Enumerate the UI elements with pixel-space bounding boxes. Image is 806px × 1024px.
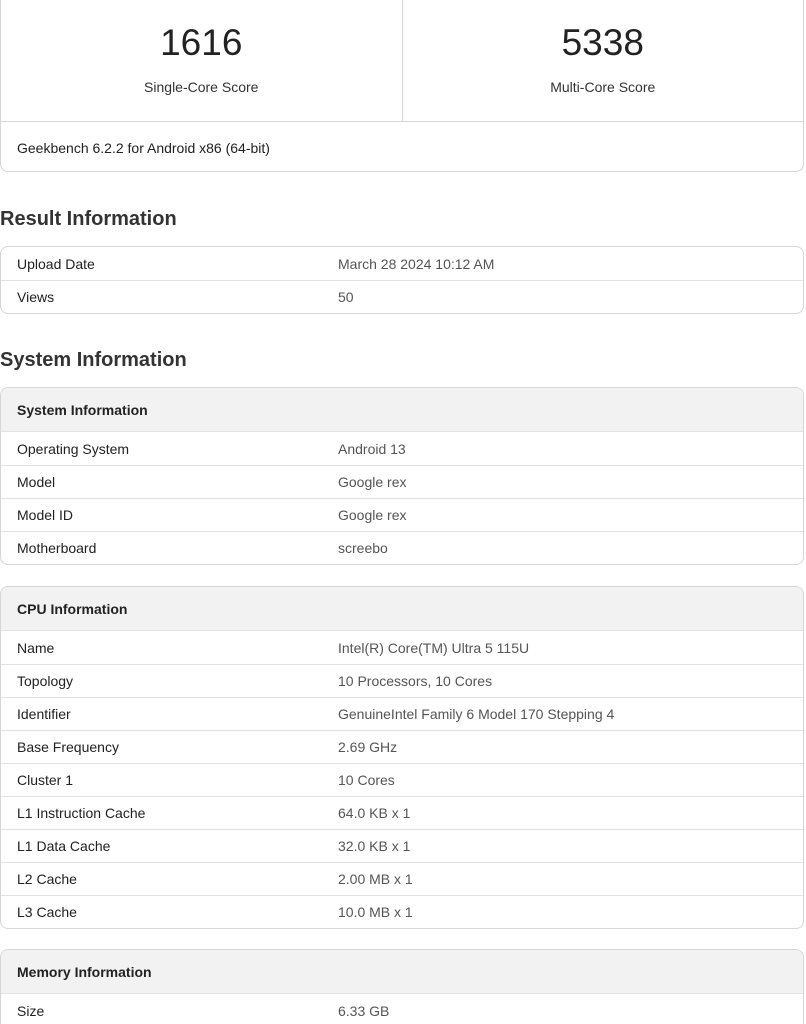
table-row: Model Google rex [1,465,803,498]
scores-row: 1616 Single-Core Score 5338 Multi-Core S… [1,0,803,122]
table-row: Topology 10 Processors, 10 Cores [1,664,803,697]
row-value: 10 Cores [338,772,395,788]
row-key: Cluster 1 [17,772,74,788]
system-information-heading: System Information [0,349,187,371]
row-value: GenuineIntel Family 6 Model 170 Stepping… [338,706,615,722]
row-key: Upload Date [17,255,95,272]
table-row: Views 50 [1,280,803,313]
table-row: Identifier GenuineIntel Family 6 Model 1… [1,697,803,730]
result-information-card: Upload Date March 28 2024 10:12 AM Views… [0,246,804,314]
score-card: 1616 Single-Core Score 5338 Multi-Core S… [0,0,804,172]
row-value: screebo [338,540,388,556]
table-row: L1 Instruction Cache 64.0 KB x 1 [1,796,803,829]
row-key: L2 Cache [17,871,77,887]
cpu-card-title: CPU Information [1,587,803,631]
multi-core-score-cell: 5338 Multi-Core Score [401,0,804,121]
benchmark-version: Geekbench 6.2.2 for Android x86 (64-bit) [17,140,270,156]
row-key: Model ID [17,507,74,523]
single-core-score-label: Single-Core Score [144,79,259,95]
cpu-rows: Name Intel(R) Core(TM) Ultra 5 115U Topo… [1,631,803,928]
row-key: Model [17,474,56,490]
multi-core-score-value: 5338 [561,22,644,63]
row-value: 50 [338,289,354,305]
row-key: Base Frequency [17,739,119,755]
table-row: Operating System Android 13 [1,432,803,465]
memory-information-card: Memory Information Size 6.33 GB [0,949,804,1024]
table-row: Motherboard screebo [1,531,803,564]
table-row: Name Intel(R) Core(TM) Ultra 5 115U [1,631,803,664]
row-value: 6.33 GB [338,1002,390,1019]
system-card-title: System Information [1,388,803,432]
row-key: L3 Cache [17,904,77,920]
row-value: 32.0 KB x 1 [338,838,411,854]
table-row: Upload Date March 28 2024 10:12 AM [1,247,803,280]
row-key: Size [17,1002,45,1019]
table-row: Model ID Google rex [1,498,803,531]
row-key: Name [17,639,55,656]
row-value: Google rex [338,507,407,523]
row-value: 64.0 KB x 1 [338,805,411,821]
result-information-heading: Result Information [0,208,177,230]
row-key: Views [17,289,55,305]
memory-card-title: Memory Information [1,950,803,994]
cpu-information-card: CPU Information Name Intel(R) Core(TM) U… [0,586,804,929]
memory-rows: Size 6.33 GB [1,994,803,1024]
table-row: L2 Cache 2.00 MB x 1 [1,862,803,895]
row-value: 10.0 MB x 1 [338,904,413,920]
table-row: Cluster 1 10 Cores [1,763,803,796]
row-value: 2.69 GHz [338,739,398,755]
result-information-rows: Upload Date March 28 2024 10:12 AM Views… [1,247,803,313]
multi-core-score-label: Multi-Core Score [550,79,656,95]
row-key: Topology [17,673,74,689]
single-core-score-cell: 1616 Single-Core Score [1,0,402,121]
row-key: L1 Data Cache [17,838,111,854]
row-value: Google rex [338,474,407,490]
table-row: L1 Data Cache 32.0 KB x 1 [1,829,803,862]
system-rows: Operating System Android 13 Model Google… [1,432,803,564]
geekbench-result-page: 1616 Single-Core Score 5338 Multi-Core S… [0,0,806,1024]
row-value: March 28 2024 10:12 AM [338,255,495,272]
row-value: Android 13 [338,440,406,457]
row-key: Operating System [17,440,130,457]
row-value: 10 Processors, 10 Cores [338,673,493,689]
row-key: Identifier [17,706,71,722]
table-row: Base Frequency 2.69 GHz [1,730,803,763]
row-value: 2.00 MB x 1 [338,871,413,887]
row-value: Intel(R) Core(TM) Ultra 5 115U [338,639,530,656]
system-information-card: System Information Operating System Andr… [0,387,804,565]
table-row: Size 6.33 GB [1,994,803,1024]
table-row: L3 Cache 10.0 MB x 1 [1,895,803,928]
single-core-score-value: 1616 [160,22,243,63]
row-key: L1 Instruction Cache [17,805,146,821]
row-key: Motherboard [17,540,97,556]
